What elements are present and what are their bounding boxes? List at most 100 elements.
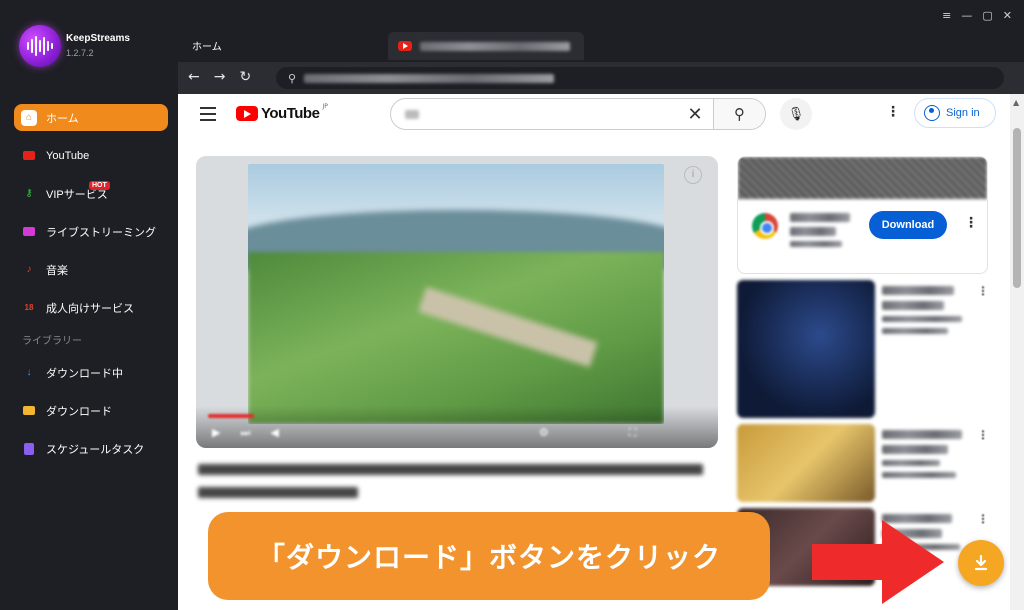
search-input[interactable] xyxy=(391,99,677,129)
url-input[interactable]: ⚲ xyxy=(276,67,1004,89)
sidebar: KeepStreams 1.2.7.2 ⌂ ホーム YouTube ⚷ VIPサ… xyxy=(0,0,178,610)
window-controls: ≡ — ▢ ✕ xyxy=(942,9,1012,22)
more-vertical-icon[interactable]: ⋮ xyxy=(886,104,900,120)
address-bar: ← → ↻ ⚲ xyxy=(178,62,1024,94)
app-window: KeepStreams 1.2.7.2 ⌂ ホーム YouTube ⚷ VIPサ… xyxy=(0,0,1024,610)
more-vertical-icon[interactable]: ⋮ xyxy=(964,215,978,231)
video-player[interactable]: ▶ ⏭ ◀ ⚙ ⛶ xyxy=(196,156,718,448)
sidebar-item-home[interactable]: ⌂ ホーム xyxy=(14,104,168,131)
key-icon: ⚷ xyxy=(25,188,33,199)
sidebar-item-label: ダウンロード中 xyxy=(46,367,123,380)
sidebar-item-schedule[interactable]: スケジュールタスク xyxy=(14,435,168,462)
url-text-blurred xyxy=(304,73,555,83)
youtube-logo-text: YouTube xyxy=(261,105,320,122)
sidebar-item-label: スケジュールタスク xyxy=(46,443,145,456)
more-vertical-icon[interactable]: ⋮ xyxy=(977,284,989,298)
app-version: 1.2.7.2 xyxy=(66,48,94,58)
ad-banner xyxy=(738,157,987,199)
download-icon xyxy=(970,552,992,574)
hot-badge: HOT xyxy=(89,181,110,190)
sidebar-item-youtube[interactable]: YouTube xyxy=(14,142,168,169)
close-icon[interactable]: ✕ xyxy=(1003,9,1012,22)
video-title-blurred xyxy=(198,458,718,498)
download-arrow-icon: ↓ xyxy=(26,367,32,378)
tab-home[interactable]: ホーム xyxy=(192,38,222,53)
youtube-logo[interactable]: YouTube JP xyxy=(236,103,328,122)
camera-icon xyxy=(21,224,37,240)
sidebar-item-downloading[interactable]: ↓ ダウンロード中 xyxy=(14,359,168,386)
youtube-search: ✕ ⚲ xyxy=(390,98,766,130)
reload-icon[interactable]: ↻ xyxy=(239,69,251,85)
search-text-blurred xyxy=(405,109,419,119)
hamburger-menu-icon[interactable] xyxy=(200,107,216,125)
settings-icon[interactable]: ⚙ xyxy=(539,426,549,440)
forward-arrow-icon[interactable]: → xyxy=(214,69,226,85)
video-field xyxy=(248,252,664,424)
play-icon[interactable]: ▶ xyxy=(212,426,220,440)
tab-youtube[interactable] xyxy=(388,32,584,60)
chrome-icon xyxy=(752,213,778,239)
library-section-label: ライブラリー xyxy=(22,336,82,347)
sidebar-item-vip[interactable]: ⚷ VIPサービス HOT xyxy=(14,180,168,207)
youtube-favicon-icon xyxy=(398,41,412,51)
ad-card[interactable]: Download ⋮ xyxy=(737,156,988,274)
sidebar-item-label: 音楽 xyxy=(46,264,68,277)
search-button[interactable]: ⚲ xyxy=(713,99,765,129)
instruction-callout: 「ダウンロード」ボタンをクリック xyxy=(208,512,770,600)
schedule-icon xyxy=(21,441,37,457)
sidebar-item-label: YouTube xyxy=(46,149,90,162)
account-icon xyxy=(924,105,940,121)
download-arrow-icon xyxy=(974,554,988,571)
signin-label: Sign in xyxy=(946,107,980,119)
more-vertical-icon[interactable]: ⋮ xyxy=(977,428,989,442)
ad-download-button[interactable]: Download xyxy=(869,211,947,239)
minimize-icon[interactable]: — xyxy=(961,9,972,22)
sidebar-item-live[interactable]: ライブストリーミング xyxy=(14,218,168,245)
microphone-icon[interactable]: 🎙 xyxy=(780,98,812,130)
control-row: ▶ ⏭ ◀ ⚙ ⛶ xyxy=(212,426,636,440)
thumbnail xyxy=(737,280,875,418)
more-vertical-icon[interactable]: ⋮ xyxy=(977,512,989,526)
sidebar-item-label: ホーム xyxy=(46,112,79,125)
youtube-header: YouTube JP ✕ ⚲ 🎙 ⋮ Sign in xyxy=(178,94,1010,134)
next-icon[interactable]: ⏭ xyxy=(240,426,250,440)
time-blurred xyxy=(299,426,369,440)
scroll-up-icon[interactable]: ▲ xyxy=(1013,98,1019,107)
sidebar-item-adult[interactable]: 18 成人向けサービス xyxy=(14,294,168,321)
progress-bar[interactable] xyxy=(208,414,254,418)
thumbnail xyxy=(737,424,875,502)
page-scrollbar[interactable]: ▲ xyxy=(1010,94,1024,610)
info-icon[interactable]: i xyxy=(684,166,702,184)
sidebar-item-downloaded[interactable]: ダウンロード xyxy=(14,397,168,424)
music-icon: ♪ xyxy=(26,264,32,275)
tab-bar: ホーム xyxy=(178,30,1024,62)
signin-button[interactable]: Sign in xyxy=(914,98,996,128)
sidebar-item-music[interactable]: ♪ 音楽 xyxy=(14,256,168,283)
adult-icon: 18 xyxy=(24,303,34,312)
fullscreen-icon[interactable]: ⛶ xyxy=(629,426,637,440)
rec-meta-blurred xyxy=(882,286,978,340)
video-frame xyxy=(248,164,664,424)
download-fab-button[interactable] xyxy=(958,540,1004,586)
back-arrow-icon[interactable]: ← xyxy=(188,69,200,85)
soundwave-icon xyxy=(27,36,53,56)
folder-icon xyxy=(21,403,37,419)
maximize-icon[interactable]: ▢ xyxy=(982,9,992,22)
list-item[interactable]: ⋮ xyxy=(737,280,997,418)
tab-title-blurred xyxy=(420,41,570,51)
sidebar-nav: ⌂ ホーム YouTube ⚷ VIPサービス HOT ライブストリーミング ♪… xyxy=(14,104,168,473)
app-name: KeepStreams xyxy=(66,33,130,44)
youtube-region: JP xyxy=(322,103,328,110)
app-logo xyxy=(19,25,61,67)
sidebar-item-label: ライブストリーミング xyxy=(46,226,156,239)
player-controls: ▶ ⏭ ◀ ⚙ ⛶ xyxy=(196,406,718,448)
youtube-play-icon xyxy=(236,106,258,121)
clear-icon[interactable]: ✕ xyxy=(677,104,713,125)
ad-text-blurred xyxy=(790,213,856,252)
rec-meta-blurred xyxy=(882,430,978,484)
volume-icon[interactable]: ◀ xyxy=(270,426,278,440)
menu-icon[interactable]: ≡ xyxy=(942,9,951,22)
scroll-thumb[interactable] xyxy=(1013,128,1021,288)
arrow-shape xyxy=(812,520,944,604)
list-item[interactable]: ⋮ xyxy=(737,424,997,504)
